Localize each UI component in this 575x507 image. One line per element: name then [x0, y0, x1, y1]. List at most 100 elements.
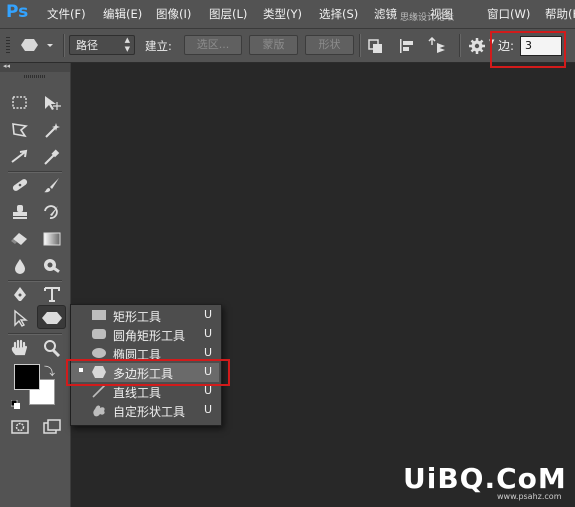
move-tool[interactable] [40, 92, 64, 114]
options-bar-grip[interactable] [6, 37, 10, 55]
eraser-icon [11, 233, 27, 245]
url-watermark: www.psahz.com [497, 492, 562, 501]
lasso-tool[interactable] [8, 119, 32, 141]
sides-input[interactable]: 3 [520, 36, 562, 56]
flyout-item-rounded-rectangle[interactable]: 圆角矩形工具 U [71, 325, 219, 344]
toolbox-header: ◂◂ [0, 62, 70, 72]
menu-image[interactable]: 图像(I) [156, 6, 191, 22]
flyout-item-ellipse[interactable]: 椭圆工具 U [71, 344, 219, 363]
eraser-tool[interactable] [8, 228, 32, 250]
pen-tool[interactable] [8, 283, 32, 305]
sides-label: 边: [498, 39, 515, 53]
bandage-icon [12, 179, 28, 191]
site-watermark-top: 思缘设计论坛 [400, 13, 455, 23]
rounded-rectangle-icon [92, 329, 106, 339]
brush-tool[interactable] [40, 174, 64, 196]
eyedropper-tool[interactable] [40, 146, 64, 168]
ellipse-icon [92, 348, 106, 358]
menu-filter[interactable]: 滤镜 [374, 6, 397, 22]
updown-arrows-icon: ▲ ▼ [124, 36, 130, 53]
polygon-tool[interactable] [37, 305, 66, 329]
foreground-color-swatch-front [14, 364, 40, 390]
selected-indicator [79, 368, 83, 372]
path-selection-tool[interactable] [8, 307, 32, 329]
history-brush-icon [44, 205, 58, 219]
swap-colors-icon[interactable]: ⤵ [44, 363, 55, 379]
collapse-icon[interactable]: ◂◂ [3, 62, 10, 70]
path-alignment-icon[interactable] [398, 37, 416, 55]
divider [8, 333, 62, 335]
stamp-icon [13, 205, 27, 219]
healing-brush-tool[interactable] [8, 174, 32, 196]
chevron-down-icon[interactable]: ▼ [489, 38, 494, 46]
divider [8, 280, 62, 282]
menu-bar: Ps 文件(F) 编辑(E) 图像(I) 图层(L) 类型(Y) 选择(S) 滤… [0, 0, 575, 29]
rectangle-shape-icon [92, 310, 106, 320]
crop-tool[interactable] [8, 146, 32, 168]
flyout-item-line[interactable]: 直线工具 U [71, 382, 219, 401]
tool-preset-picker[interactable] [16, 35, 60, 55]
toolbox-grip[interactable] [24, 75, 46, 78]
make-shape-button[interactable]: 形状 [305, 35, 354, 55]
path-operations-icon[interactable] [367, 37, 385, 55]
gear-icon[interactable] [468, 37, 486, 55]
zoom-tool[interactable] [40, 337, 64, 359]
history-brush-tool[interactable] [40, 201, 64, 223]
polygon-icon [92, 366, 106, 378]
menu-help[interactable]: 帮助(H [545, 6, 575, 22]
menu-file[interactable]: 文件(F) [47, 6, 86, 22]
flyout-item-rectangle[interactable]: 矩形工具 U [71, 306, 219, 325]
hand-icon [11, 339, 28, 356]
menu-edit[interactable]: 编辑(E) [103, 6, 142, 22]
options-bar: 路径 ▲ ▼ 建立: 选区... 蒙版 形状 ▼ 边: 3 [0, 29, 575, 63]
screen-mode[interactable] [40, 416, 64, 438]
type-tool[interactable] [40, 283, 64, 305]
chevron-down-icon [47, 44, 53, 47]
make-label: 建立: [145, 39, 172, 53]
make-selection-button[interactable]: 选区... [184, 35, 242, 55]
clone-stamp-tool[interactable] [8, 201, 32, 223]
divider [359, 34, 361, 57]
quick-mask-icon [11, 420, 29, 434]
path-arrangement-icon[interactable] [428, 36, 446, 55]
marquee-icon [12, 96, 27, 109]
menu-window[interactable]: 窗口(W) [487, 6, 530, 22]
rectangular-marquee-tool[interactable] [8, 92, 32, 114]
quick-mask-mode[interactable] [8, 416, 32, 438]
magnifier-icon [44, 340, 61, 357]
blur-tool[interactable] [8, 255, 32, 277]
arrow-pointer-icon [14, 309, 28, 327]
menu-select[interactable]: 选择(S) [319, 6, 358, 22]
divider [459, 34, 461, 57]
custom-shape-icon [93, 405, 105, 417]
divider [8, 171, 62, 173]
pen-icon [14, 287, 26, 301]
hexagon-icon [42, 312, 62, 324]
menu-layer[interactable]: 图层(L) [209, 6, 247, 22]
path-mode-value: 路径 [76, 39, 98, 52]
screen-mode-icon [43, 419, 61, 434]
eyedropper-icon [44, 149, 60, 165]
flyout-item-polygon[interactable]: 多边形工具 U [71, 363, 219, 382]
text-t-icon [44, 287, 60, 302]
hand-tool[interactable] [8, 337, 32, 359]
hexagon-icon [21, 39, 53, 51]
default-colors-icon[interactable] [10, 394, 20, 409]
magic-wand-tool[interactable] [40, 119, 64, 141]
flyout-item-custom-shape[interactable]: 自定形状工具 U [71, 401, 219, 420]
make-mask-button[interactable]: 蒙版 [249, 35, 298, 55]
water-drop-icon [15, 259, 25, 274]
divider [63, 34, 65, 57]
photoshop-logo[interactable]: Ps [6, 2, 28, 22]
dodge-tool[interactable] [40, 255, 64, 277]
move-icon [45, 96, 61, 110]
brand-watermark: UiBQ.CoM [403, 462, 567, 495]
gradient-tool[interactable] [40, 228, 64, 250]
line-icon [92, 384, 106, 398]
crop-icon [11, 149, 28, 163]
brush-icon [44, 178, 59, 193]
path-mode-dropdown[interactable]: 路径 ▲ ▼ [69, 35, 135, 55]
toolbox: ◂◂ ⤵ [0, 62, 71, 507]
menu-type[interactable]: 类型(Y) [263, 6, 302, 22]
dodge-icon [44, 259, 60, 273]
